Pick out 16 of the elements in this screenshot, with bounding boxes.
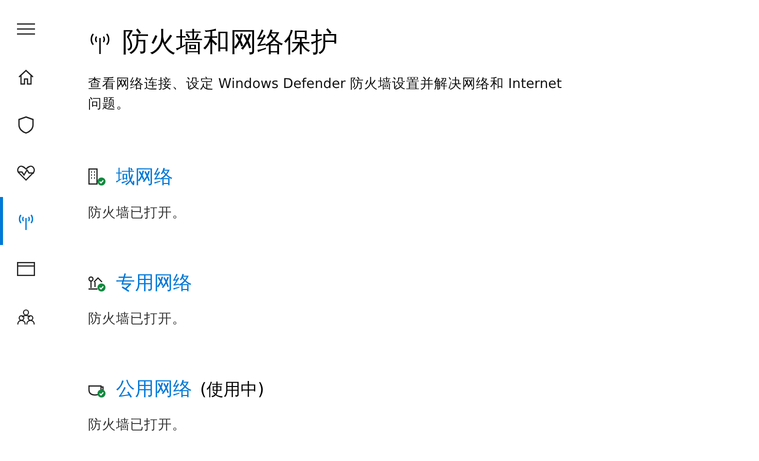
firewall-status: 防火墙已打开。 xyxy=(88,416,187,434)
menu-icon xyxy=(16,23,34,35)
antenna-icon xyxy=(16,212,34,230)
page-description: 查看网络连接、设定 Windows Defender 防火墙设置并解决网络和 Internet 问题。 xyxy=(88,75,563,114)
network-link[interactable]: 域网络 xyxy=(116,164,173,190)
in-use-label: (使用中) xyxy=(200,378,264,400)
network-link[interactable]: 专用网络 xyxy=(116,270,192,296)
firewall-status: 防火墙已打开。 xyxy=(88,204,187,222)
firewall-status: 防火墙已打开。 xyxy=(88,310,187,328)
home-icon xyxy=(18,69,34,85)
heart-pulse-icon xyxy=(16,165,34,181)
app-window-icon xyxy=(16,262,34,276)
page-title: 防火墙和网络保护 xyxy=(122,26,338,60)
network-link[interactable]: 公用网络 xyxy=(116,376,192,402)
family-icon xyxy=(16,309,34,325)
shield-icon xyxy=(18,116,34,134)
